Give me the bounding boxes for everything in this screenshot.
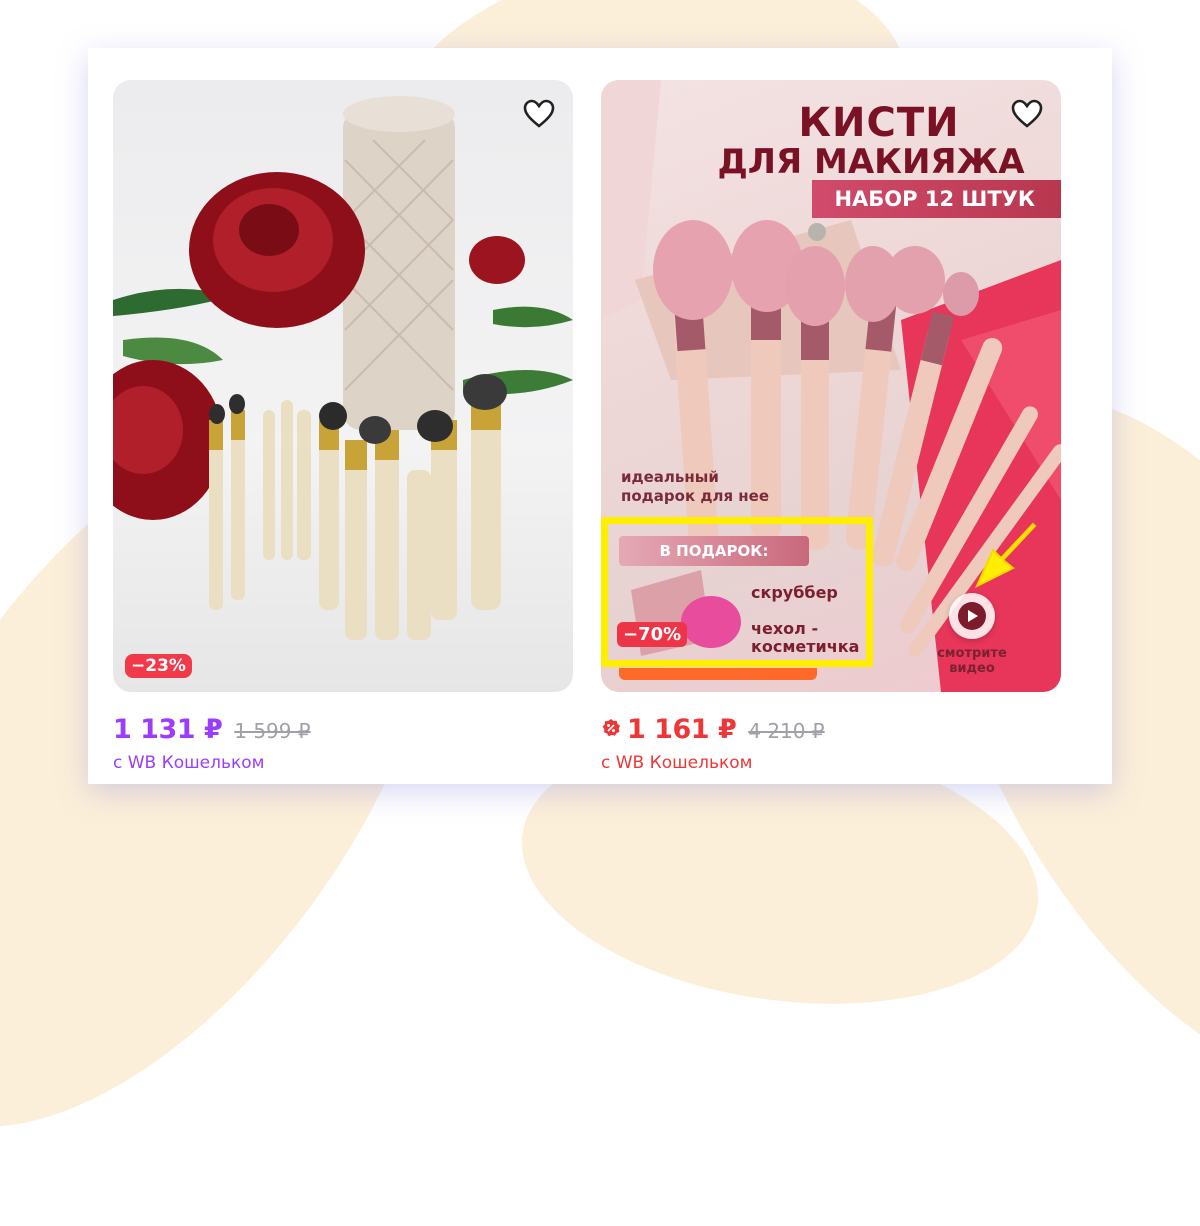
discount-badge: −23%: [125, 654, 192, 678]
play-icon: [958, 602, 986, 630]
set-badge: НАБОР 12 ШТУК: [812, 180, 1061, 218]
heart-outline-icon: [523, 99, 555, 128]
video-label-line: смотрите: [937, 646, 1007, 661]
current-price: 1 131 ₽: [113, 714, 223, 745]
product-card[interactable]: −23% 1 131 ₽ 1 599 ₽ с WB Кошельком: [113, 80, 573, 773]
wallet-note: с WB Кошельком: [601, 753, 753, 773]
brush-set-photo: [113, 96, 573, 640]
favorite-button[interactable]: [521, 96, 557, 132]
percent-badge-icon: [602, 719, 620, 737]
old-price: 1 599 ₽: [234, 719, 311, 743]
watch-video-label[interactable]: смотрите видео: [929, 646, 1015, 676]
price-row: 1 131 ₽ 1 599 ₽: [113, 714, 573, 745]
favorite-button[interactable]: [1009, 96, 1045, 132]
play-video-button[interactable]: [949, 593, 995, 639]
gift-idea-line: идеальный: [621, 468, 719, 486]
product-card[interactable]: КИСТИ ДЛЯ МАКИЯЖА НАБОР 12 ШТУК идеальны…: [601, 80, 1061, 773]
gift-idea-text: идеальный подарок для нее: [621, 468, 769, 506]
product-image[interactable]: КИСТИ ДЛЯ МАКИЯЖА НАБОР 12 ШТУК идеальны…: [601, 80, 1061, 692]
highlight-annotation: [601, 517, 873, 667]
banner-title: КИСТИ: [798, 100, 960, 146]
wallet-note: с WB Кошельком: [113, 753, 265, 773]
old-price: 4 210 ₽: [748, 719, 825, 743]
banner-subtitle: ДЛЯ МАКИЯЖА: [717, 142, 1025, 182]
promo-strip: [619, 668, 817, 680]
current-price: 1 161 ₽: [627, 714, 737, 745]
price-row: 1 161 ₽ 4 210 ₽: [601, 714, 1061, 745]
product-list-panel: −23% 1 131 ₽ 1 599 ₽ с WB Кошельком КИСТ…: [88, 48, 1112, 784]
video-label-line: видео: [949, 661, 995, 676]
gift-idea-line: подарок для нее: [621, 487, 770, 505]
arrow-icon: [974, 522, 1037, 589]
product-image[interactable]: −23%: [113, 80, 573, 692]
heart-outline-icon: [1011, 99, 1043, 128]
